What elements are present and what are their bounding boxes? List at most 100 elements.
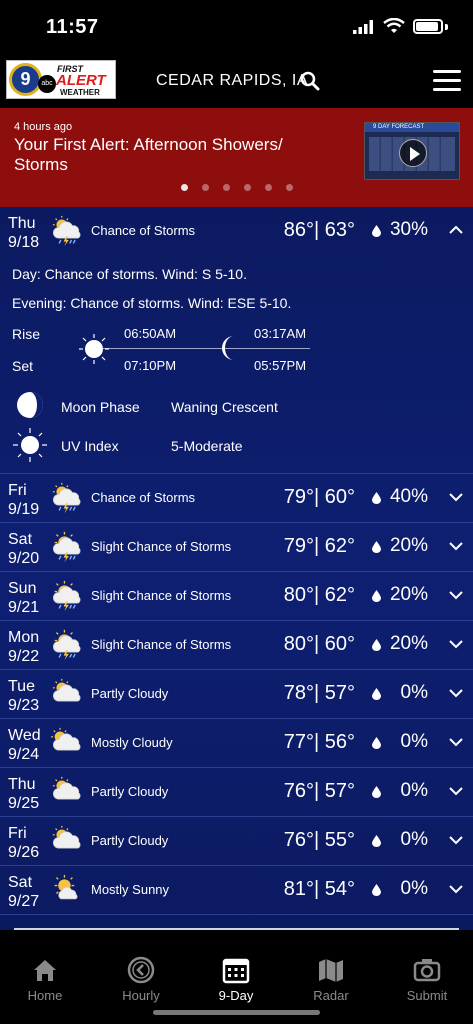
forecast-row[interactable]: Sat 9/27 Mostly Sunny 81°| 54° 0% bbox=[0, 866, 473, 915]
forecast-row-expanded[interactable]: Thu 9/18 Chance of Storms 86°| 63° 30% Da… bbox=[0, 207, 473, 474]
battery-icon bbox=[413, 19, 443, 34]
sun-storm-icon bbox=[50, 580, 86, 612]
tab-radar[interactable]: Radar bbox=[284, 956, 378, 1003]
forecast-day: Mon 9/22 bbox=[8, 629, 40, 665]
chevron-down-icon[interactable] bbox=[449, 590, 463, 600]
banner-time-ago: 4 hours ago bbox=[14, 121, 73, 133]
logo-line3: WEATHER bbox=[60, 88, 100, 97]
forecast-high-low: 78°| 57° bbox=[283, 682, 355, 704]
chevron-down-icon[interactable] bbox=[449, 884, 463, 894]
forecast-day: Thu 9/18 bbox=[8, 215, 40, 251]
storm-icon bbox=[50, 215, 86, 247]
forecast-row[interactable]: Fri 9/19 Chance of Storms 79°| 60° 40% bbox=[0, 474, 473, 523]
partly-cloudy-icon bbox=[50, 825, 86, 857]
sun-storm-icon bbox=[50, 629, 86, 661]
chevron-down-icon[interactable] bbox=[449, 786, 463, 796]
carousel-dot[interactable] bbox=[201, 184, 209, 191]
moon-phase-value: Waning Crescent bbox=[171, 399, 278, 415]
forecast-day: Tue 9/23 bbox=[8, 678, 40, 714]
sun-storm-icon bbox=[50, 531, 86, 563]
forecast-day: Thu 9/25 bbox=[8, 776, 40, 812]
chevron-down-icon[interactable] bbox=[449, 688, 463, 698]
chevron-down-icon[interactable] bbox=[449, 541, 463, 551]
station-logo[interactable]: 9 abc FIRST ALERT WEATHER bbox=[6, 60, 116, 99]
forecast-precip: 0% bbox=[400, 780, 428, 801]
banner-page-dots[interactable] bbox=[0, 184, 473, 191]
carousel-dot[interactable] bbox=[264, 184, 272, 191]
tab-hourly-label: Hourly bbox=[122, 988, 160, 1003]
forecast-day: Sat 9/27 bbox=[8, 874, 40, 910]
tab-9-day[interactable]: 9-Day bbox=[189, 956, 283, 1003]
chevron-down-icon[interactable] bbox=[449, 835, 463, 845]
set-label: Set bbox=[12, 358, 34, 374]
forecast-row[interactable]: Sat 9/20 Slight Chance of Storms 79°| 62° 20… bbox=[0, 523, 473, 572]
moonset-time: 05:57PM bbox=[254, 358, 307, 373]
forecast-day: Sat 9/20 bbox=[8, 531, 40, 567]
chevron-up-icon[interactable] bbox=[449, 225, 463, 235]
day-summary: Day: Chance of storms. Wind: S 5-10. bbox=[12, 266, 247, 282]
forecast-condition: Partly Cloudy bbox=[91, 833, 169, 848]
forecast-precip: 30% bbox=[389, 219, 428, 240]
logo-network: abc bbox=[38, 75, 56, 93]
partly-cloudy-icon bbox=[50, 776, 86, 808]
cellular-signal-icon bbox=[353, 20, 373, 34]
mostly-cloudy-icon bbox=[50, 727, 86, 759]
sunrise-time: 06:50AM bbox=[124, 326, 177, 341]
forecast-day: Fri 9/19 bbox=[8, 482, 40, 518]
carousel-dot[interactable] bbox=[285, 184, 293, 191]
evening-summary: Evening: Chance of storms. Wind: ESE 5-1… bbox=[12, 295, 292, 311]
forecast-row[interactable]: Thu 9/25 Partly Cloudy 76°| 57° 0% bbox=[0, 768, 473, 817]
sunset-time: 07:10PM bbox=[124, 358, 177, 373]
forecast-row[interactable]: Fri 9/26 Partly Cloudy 76°| 55° 0% bbox=[0, 817, 473, 866]
forecast-high-low: 76°| 57° bbox=[283, 780, 355, 802]
video-thumbnail[interactable]: 9 DAY FORECAST bbox=[364, 122, 460, 180]
moonrise-time: 03:17AM bbox=[254, 326, 307, 341]
forecast-day: Sun 9/21 bbox=[8, 580, 40, 616]
forecast-precip: 0% bbox=[400, 878, 428, 899]
tab-submit[interactable]: Submit bbox=[380, 956, 473, 1003]
search-icon[interactable] bbox=[300, 71, 320, 91]
forecast-high-low: 77°| 56° bbox=[283, 731, 355, 753]
location-label[interactable]: CEDAR RAPIDS, IA bbox=[156, 72, 308, 90]
carousel-dot[interactable] bbox=[180, 184, 188, 191]
forecast-high-low: 80°| 62° bbox=[283, 584, 355, 606]
mostly-sunny-icon bbox=[50, 874, 86, 906]
battery-tip bbox=[445, 24, 448, 30]
chevron-down-icon[interactable] bbox=[449, 639, 463, 649]
forecast-condition: Slight Chance of Storms bbox=[91, 588, 232, 603]
forecast-precip: 0% bbox=[400, 731, 428, 752]
carousel-dot[interactable] bbox=[243, 184, 251, 191]
nine-day-forecast-list: Thu 9/18 Chance of Storms 86°| 63° 30% Da… bbox=[0, 207, 473, 930]
carousel-dot[interactable] bbox=[222, 184, 230, 191]
forecast-row[interactable]: Tue 9/23 Partly Cloudy 78°| 57° 0% bbox=[0, 670, 473, 719]
tab-home[interactable]: Home bbox=[0, 956, 92, 1003]
chevron-down-icon[interactable] bbox=[449, 492, 463, 502]
forecast-row[interactable]: Wed 9/24 Mostly Cloudy 77°| 56° 0% bbox=[0, 719, 473, 768]
forecast-condition: Chance of Storms bbox=[91, 490, 196, 505]
forecast-high-low: 76°| 55° bbox=[283, 829, 355, 851]
hamburger-menu-icon[interactable] bbox=[433, 70, 461, 92]
forecast-precip: 20% bbox=[389, 633, 428, 654]
rise-label: Rise bbox=[12, 326, 41, 342]
map-icon bbox=[319, 959, 343, 982]
forecast-row[interactable]: Mon 9/22 Slight Chance of Storms 80°| 60° 20… bbox=[0, 621, 473, 670]
tab-9-day-label: 9-Day bbox=[218, 988, 254, 1003]
forecast-condition: Slight Chance of Storms bbox=[91, 637, 232, 652]
camera-icon bbox=[413, 959, 441, 982]
play-icon[interactable] bbox=[399, 139, 427, 167]
chevron-down-icon[interactable] bbox=[449, 737, 463, 747]
tab-hourly[interactable]: Hourly bbox=[94, 956, 188, 1003]
forecast-precip: 20% bbox=[389, 535, 428, 556]
forecast-day: Fri 9/26 bbox=[8, 825, 40, 861]
first-alert-banner[interactable]: 4 hours ago Your First Alert: Afternoon … bbox=[0, 108, 473, 207]
logo-seal: 9 bbox=[9, 63, 42, 96]
status-time: 11:57 bbox=[46, 16, 99, 38]
uv-sun-icon bbox=[13, 428, 47, 462]
banner-headline[interactable]: Your First Alert: Afternoon Showers/ Sto… bbox=[14, 135, 334, 175]
logo-line2: ALERT bbox=[56, 72, 106, 89]
home-indicator bbox=[153, 1010, 320, 1015]
forecast-row[interactable]: Sun 9/21 Slight Chance of Storms 80°| 62° 20… bbox=[0, 572, 473, 621]
raindrop-icon bbox=[372, 225, 381, 237]
raindrop-icon bbox=[372, 639, 381, 651]
raindrop-icon bbox=[372, 541, 381, 553]
